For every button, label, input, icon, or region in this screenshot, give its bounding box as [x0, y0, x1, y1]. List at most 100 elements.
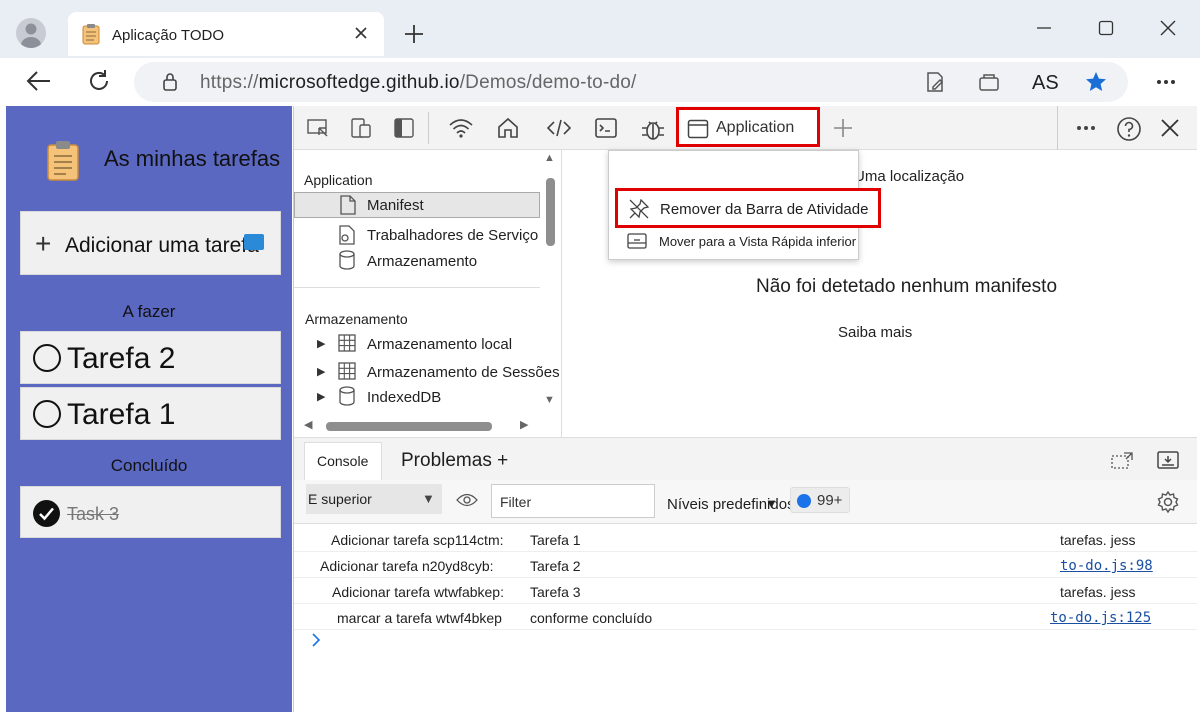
database-icon: [338, 386, 356, 406]
console-toolbar: E superior ▼ Filter Níveis predefinidos …: [294, 480, 1197, 524]
task-label: Tarefa 1: [67, 398, 176, 431]
menu-item-label: Remover da Barra de Atividade: [660, 201, 869, 218]
log-source-link[interactable]: to-do.js:125: [1050, 610, 1151, 626]
section-application: Application: [304, 172, 373, 188]
task-item[interactable]: Tarefa 2: [20, 331, 281, 384]
sidebar-item-manifest[interactable]: Manifest: [294, 192, 540, 218]
log-value: Tarefa 3: [530, 584, 581, 600]
scroll-up-icon[interactable]: ▲: [544, 152, 555, 164]
task-checkbox-icon[interactable]: [33, 344, 61, 372]
network-wifi-icon[interactable]: [448, 116, 473, 140]
console-prompt-icon[interactable]: [310, 632, 322, 648]
back-icon[interactable]: [26, 69, 52, 93]
tab-issues[interactable]: Problemas +: [401, 450, 508, 472]
todo-heading: A fazer: [122, 302, 176, 321]
refresh-icon[interactable]: [86, 68, 112, 94]
log-message: marcar a tarefa wtwf4bkep: [337, 610, 502, 626]
database-icon: [338, 250, 356, 270]
console-icon[interactable]: [594, 116, 618, 140]
task-checkbox-icon[interactable]: [33, 400, 61, 428]
location-hint: Uma localização: [854, 168, 965, 185]
sidebar-item-label: Manifest: [367, 197, 424, 214]
address-bar[interactable]: https://microsoftedge.github.io/Demos/de…: [134, 62, 1128, 102]
notepad-icon: [82, 23, 100, 45]
more-tools-icon[interactable]: [1074, 116, 1098, 140]
close-icon[interactable]: [352, 24, 370, 42]
undock-drawer-icon[interactable]: [1110, 450, 1134, 470]
message-bubble-icon: [797, 494, 811, 508]
drawer-tabs: Console Problemas +: [294, 437, 1197, 481]
url-text[interactable]: https://microsoftedge.github.io/Demos/de…: [200, 72, 636, 94]
more-icon[interactable]: [1156, 79, 1176, 85]
scroll-left-icon[interactable]: ◀: [304, 418, 312, 431]
issues-counter[interactable]: 99+: [790, 487, 850, 513]
edit-icon[interactable]: [924, 71, 946, 93]
minimize-icon[interactable]: [1036, 26, 1052, 30]
tab-application-label: Application: [716, 119, 795, 136]
sidebar-item-service-workers[interactable]: Trabalhadores de Serviço: [367, 227, 538, 244]
app-title: As minhas tarefas: [104, 146, 281, 171]
log-value: Tarefa 2: [530, 558, 581, 574]
lock-icon[interactable]: [162, 72, 178, 92]
learn-more-link[interactable]: Saiba mais: [838, 324, 912, 341]
sidebar-item-storage[interactable]: Armazenamento: [367, 253, 477, 270]
inspect-icon[interactable]: [306, 116, 330, 140]
bug-icon[interactable]: [640, 116, 664, 140]
collections-icon[interactable]: [978, 72, 1000, 92]
sidebar-item-indexeddb[interactable]: IndexedDB: [367, 389, 441, 406]
sidebar-item-session-storage[interactable]: Armazenamento de Sessões: [367, 364, 560, 381]
filter-input[interactable]: Filter: [491, 484, 655, 518]
scroll-right-icon[interactable]: ▶: [520, 418, 528, 431]
new-tab-icon[interactable]: [402, 22, 426, 46]
window-close-icon[interactable]: [1159, 19, 1177, 37]
log-message: Adicionar tarefa wtwfabkep:: [332, 584, 504, 600]
add-tool-icon[interactable]: [831, 116, 855, 140]
section-storage: Armazenamento: [305, 311, 408, 327]
log-source-link[interactable]: to-do.js:98: [1060, 558, 1153, 574]
tab-application[interactable]: Application: [676, 107, 820, 147]
maximize-icon[interactable]: [1098, 20, 1114, 36]
expand-arrow-icon[interactable]: ▶: [317, 390, 325, 403]
scroll-down-icon[interactable]: ▼: [544, 394, 555, 406]
console-log-row: Adicionar tarefa n20yd8cyb: Tarefa 2 to-…: [294, 552, 1197, 578]
completed-task-item[interactable]: Task 3: [20, 486, 281, 538]
help-icon[interactable]: [1116, 116, 1141, 141]
eye-icon[interactable]: [456, 492, 478, 508]
sidebar-item-local-storage[interactable]: Armazenamento local: [367, 336, 512, 353]
dock-drawer-icon[interactable]: [1156, 450, 1180, 470]
browser-tab[interactable]: Aplicação TODO: [68, 12, 384, 56]
log-message: Adicionar tarefa n20yd8cyb:: [320, 558, 494, 574]
completed-task-label: Task 3: [67, 504, 120, 524]
horizontal-scrollbar-thumb[interactable]: [326, 422, 492, 431]
url-path: /Demos/demo-to-do/: [459, 72, 637, 93]
devtools-toolbar: Application: [294, 106, 1197, 150]
console-log-row: marcar a tarefa wtwf4bkep conforme concl…: [294, 604, 1197, 630]
home-icon[interactable]: [496, 116, 520, 140]
menu-item-remove-from-activity-bar[interactable]: Remover da Barra de Atividade: [615, 188, 881, 228]
log-source: tarefas. jess: [1060, 584, 1136, 600]
profile-icon[interactable]: [16, 18, 46, 48]
context-menu: Remover da Barra de Atividade Mover para…: [608, 150, 881, 260]
expand-arrow-icon[interactable]: ▶: [317, 365, 325, 378]
expand-arrow-icon[interactable]: ▶: [317, 337, 325, 350]
add-task-label: Adicionar uma tarefa: [65, 234, 259, 257]
dropdown-arrow-icon[interactable]: ▼: [765, 496, 778, 511]
url-host: microsoftedge.github.io: [258, 72, 460, 93]
task-item[interactable]: Tarefa 1: [20, 387, 281, 440]
settings-gear-icon[interactable]: [1156, 490, 1180, 514]
close-devtools-icon[interactable]: [1158, 116, 1182, 140]
menu-item-move-to-quick-view[interactable]: Mover para a Vista Rápida inferior: [615, 229, 856, 255]
profile-label[interactable]: AS: [1032, 72, 1059, 95]
add-task-button[interactable]: + Adicionar uma tarefa: [20, 211, 281, 275]
tab-console[interactable]: Console: [304, 442, 382, 481]
elements-code-icon[interactable]: [546, 116, 572, 140]
context-selector-value: E superior: [308, 491, 372, 507]
dock-sidebar-icon[interactable]: [392, 116, 416, 140]
no-manifest-message: Não foi detetado nenhum manifesto: [756, 276, 1058, 297]
checked-icon[interactable]: [33, 500, 60, 527]
vertical-scrollbar-thumb[interactable]: [546, 178, 555, 246]
device-emulation-icon[interactable]: [349, 116, 373, 140]
context-selector[interactable]: E superior ▼: [306, 484, 442, 514]
favorite-star-icon[interactable]: [1084, 70, 1108, 94]
file-icon: [339, 195, 357, 215]
